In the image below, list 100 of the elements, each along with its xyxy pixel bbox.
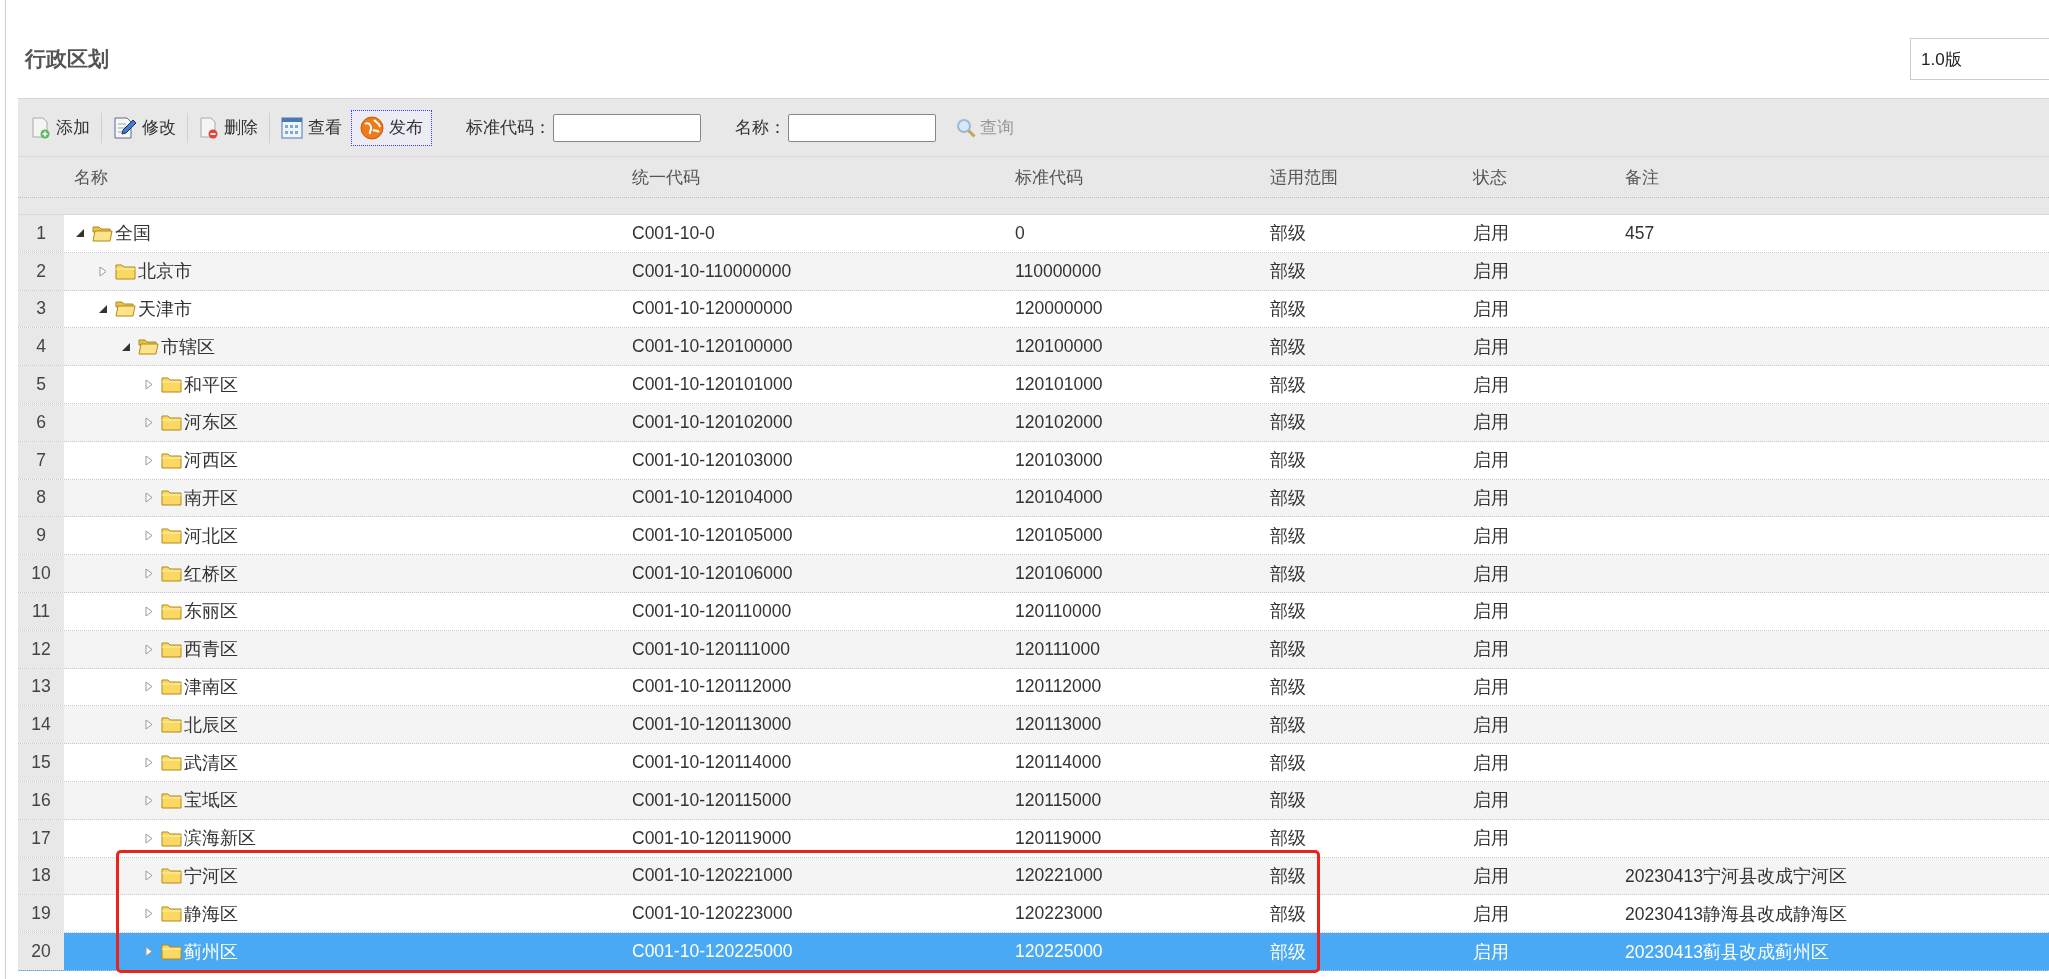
table-cell: C001-10-120104000 xyxy=(632,487,793,508)
table-cell: 部级 xyxy=(1270,828,1306,849)
expanded-arrow-icon[interactable] xyxy=(99,305,107,313)
table-cell: 120115000 xyxy=(1015,789,1102,810)
column-header[interactable]: 备注 xyxy=(1615,165,2049,189)
toolbar-button[interactable]: 修改 xyxy=(104,109,185,146)
collapsed-arrow-icon[interactable] xyxy=(145,946,153,958)
table-row[interactable]: 3 天津市 C001-10-120000000 120000000 部级 启用 xyxy=(18,290,2049,329)
table-row[interactable]: 19 静海区 C001-10-120223000 120223000 部级 启用 20230413静海县改成静海区 xyxy=(18,895,2049,934)
table-cell: C001-10-120102000 xyxy=(632,411,793,432)
folder-icon xyxy=(161,867,182,885)
row-number: 8 xyxy=(18,479,64,517)
row-number: 20 xyxy=(18,933,64,970)
table-row[interactable]: 8 南开区 C001-10-120104000 120104000 部级 启用 xyxy=(18,479,2049,518)
table-cell: C001-10-120119000 xyxy=(632,827,792,848)
table-cell: 120113000 xyxy=(1015,714,1102,735)
folder-icon xyxy=(161,602,182,620)
collapsed-arrow-icon[interactable] xyxy=(145,454,153,466)
collapsed-arrow-icon[interactable] xyxy=(145,379,153,391)
table-cell: 部级 xyxy=(1270,525,1306,546)
table-cell: C001-10-120000000 xyxy=(632,298,793,319)
collapsed-arrow-icon[interactable] xyxy=(145,681,153,693)
collapsed-arrow-icon[interactable] xyxy=(99,265,107,277)
collapsed-arrow-icon[interactable] xyxy=(145,643,153,655)
tree-node-label: 静海区 xyxy=(184,902,238,926)
table-row[interactable]: 13 津南区 C001-10-120112000 120112000 部级 启用 xyxy=(18,668,2049,707)
table-cell: 启用 xyxy=(1473,563,1509,584)
table-row[interactable]: 1 全国 C001-10-0 0 部级 启用 457 xyxy=(18,215,2049,253)
expanded-arrow-icon[interactable] xyxy=(76,229,84,238)
toolbar-button[interactable]: 添加 xyxy=(22,109,99,146)
table-row[interactable]: 16 宝坻区 C001-10-120115000 120115000 部级 启用 xyxy=(18,781,2049,820)
open-folder-icon xyxy=(138,338,159,356)
tree-node-label: 全国 xyxy=(115,222,151,246)
column-header[interactable]: 统一代码 xyxy=(622,165,1005,189)
globe-icon xyxy=(360,115,384,140)
tree-node-label: 武清区 xyxy=(184,751,238,775)
column-header[interactable]: 适用范围 xyxy=(1260,165,1463,189)
row-number: 4 xyxy=(18,328,64,366)
tree-node-label: 和平区 xyxy=(184,373,238,397)
table-cell: C001-10-120100000 xyxy=(632,336,793,357)
row-number: 12 xyxy=(18,630,64,668)
collapsed-arrow-icon[interactable] xyxy=(145,492,153,504)
collapsed-arrow-icon[interactable] xyxy=(145,568,153,580)
table-cell: 部级 xyxy=(1270,790,1306,811)
collapsed-arrow-icon[interactable] xyxy=(145,908,153,920)
collapsed-arrow-icon[interactable] xyxy=(145,832,153,844)
folder-icon xyxy=(161,527,182,545)
collapsed-arrow-icon[interactable] xyxy=(145,794,153,806)
table-cell: 启用 xyxy=(1473,941,1509,962)
collapsed-arrow-icon[interactable] xyxy=(145,605,153,617)
tree-node-label: 北辰区 xyxy=(184,713,238,737)
table-cell: 457 xyxy=(1625,222,1655,243)
folder-icon xyxy=(161,829,182,847)
table-row[interactable]: 12 西青区 C001-10-120111000 120111000 部级 启用 xyxy=(18,630,2049,669)
input-field[interactable] xyxy=(553,113,701,142)
table-cell: 120223000 xyxy=(1015,903,1103,924)
table-row[interactable]: 11 东丽区 C001-10-120110000 120110000 部级 启用 xyxy=(18,592,2049,631)
table-row[interactable]: 14 北辰区 C001-10-120113000 120113000 部级 启用 xyxy=(18,706,2049,745)
tree-node-label: 滨海新区 xyxy=(184,827,256,851)
collapsed-arrow-icon[interactable] xyxy=(145,530,153,542)
toolbar-button[interactable]: 发布 xyxy=(351,109,432,146)
input-field[interactable] xyxy=(788,113,936,142)
collapsed-arrow-icon[interactable] xyxy=(145,416,153,428)
table-cell: C001-10-120225000 xyxy=(632,941,793,962)
collapsed-arrow-icon[interactable] xyxy=(145,757,153,769)
row-number: 5 xyxy=(18,366,64,403)
table-cell: 部级 xyxy=(1270,676,1306,697)
table-row[interactable]: 20 蓟州区 C001-10-120225000 120225000 部级 启用 20230413蓟县改成蓟州区 xyxy=(18,933,2049,971)
table-cell: 部级 xyxy=(1270,261,1306,282)
tree-node-label: 宝坻区 xyxy=(184,789,238,813)
folder-icon xyxy=(161,376,182,394)
table-row[interactable]: 17 滨海新区 C001-10-120119000 120119000 部级 启用 xyxy=(18,819,2049,858)
table-row[interactable]: 6 河东区 C001-10-120102000 120102000 部级 启用 xyxy=(18,404,2049,442)
table-cell: 120103000 xyxy=(1015,449,1103,470)
tree-node-label: 东丽区 xyxy=(184,600,238,624)
toolbar-button[interactable]: 删除 xyxy=(190,109,267,146)
table-row[interactable]: 7 河西区 C001-10-120103000 120103000 部级 启用 xyxy=(18,441,2049,480)
table-row[interactable]: 18 宁河区 C001-10-120221000 120221000 部级 启用 20230413宁河县改成宁河区 xyxy=(18,857,2049,896)
collapsed-arrow-icon[interactable] xyxy=(145,719,153,731)
table-row[interactable]: 9 河北区 C001-10-120105000 120105000 部级 启用 xyxy=(18,517,2049,556)
table-cell: 部级 xyxy=(1270,714,1306,735)
table-cell: 启用 xyxy=(1473,903,1509,924)
table-cell: 120100000 xyxy=(1015,336,1103,357)
column-header[interactable]: 名称 xyxy=(64,165,622,189)
table-row[interactable]: 10 红桥区 C001-10-120106000 120106000 部级 启用 xyxy=(18,555,2049,593)
folder-icon xyxy=(161,451,182,469)
toolbar-button[interactable]: 查看 xyxy=(272,109,351,146)
table-row[interactable]: 15 武清区 C001-10-120114000 120114000 部级 启用 xyxy=(18,744,2049,782)
table-cell: C001-10-0 xyxy=(632,222,715,243)
expanded-arrow-icon[interactable] xyxy=(122,342,130,351)
table-row[interactable]: 2 北京市 C001-10-110000000 110000000 部级 启用 xyxy=(18,252,2049,291)
filter-label: 名称： xyxy=(735,117,786,139)
table-row[interactable]: 5 和平区 C001-10-120101000 120101000 部级 启用 xyxy=(18,366,2049,404)
column-header[interactable]: 状态 xyxy=(1463,165,1615,189)
table-cell: 部级 xyxy=(1270,639,1306,660)
column-header[interactable]: 标准代码 xyxy=(1005,165,1260,189)
collapsed-arrow-icon[interactable] xyxy=(145,870,153,882)
version-select[interactable]: 1.0版 xyxy=(1910,38,2049,80)
table-cell: 120000000 xyxy=(1015,298,1103,319)
table-row[interactable]: 4 市辖区 C001-10-120100000 120100000 部级 启用 xyxy=(18,328,2049,367)
